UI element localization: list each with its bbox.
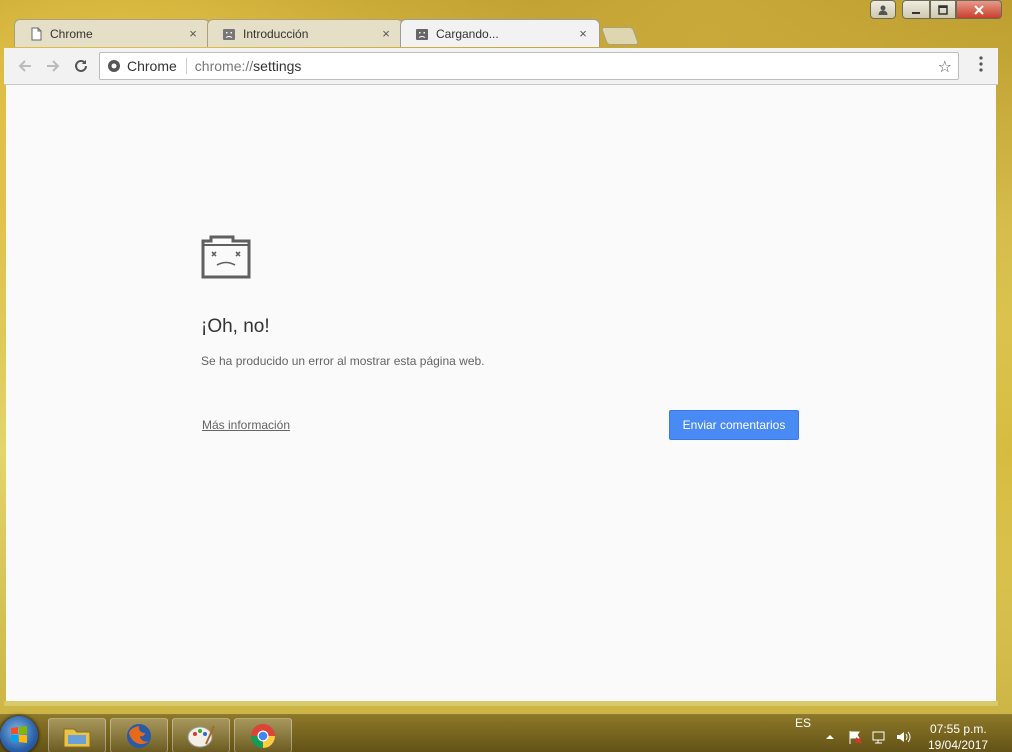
tab-cargando[interactable]: Cargando... × (400, 19, 600, 47)
title-bar: Chrome × Introducción × Cargando... × (4, 0, 1002, 48)
sad-folder-icon (201, 235, 251, 279)
user-icon[interactable] (870, 0, 896, 19)
tab-chrome[interactable]: Chrome × (14, 19, 210, 47)
taskbar-paint[interactable] (172, 718, 230, 752)
tab-introduccion[interactable]: Introducción × (207, 19, 403, 47)
action-center-flag-icon[interactable] (847, 729, 863, 745)
browser-toolbar: Chrome chrome://settings ☆ (4, 48, 998, 85)
tab-close-icon[interactable]: × (575, 26, 591, 42)
forward-button[interactable] (42, 55, 64, 77)
window-controls (870, 0, 1002, 20)
omnibox-chip: Chrome (127, 58, 187, 74)
reload-icon (75, 59, 87, 72)
tab-close-icon[interactable]: × (185, 26, 201, 42)
language-indicator[interactable]: ES (795, 716, 811, 730)
taskbar-chrome[interactable] (234, 718, 292, 752)
tab-label: Introducción (243, 26, 309, 41)
new-tab-button[interactable] (600, 27, 640, 45)
taskbar-file-explorer[interactable] (48, 718, 106, 752)
url-scheme: chrome:// (194, 58, 254, 74)
sad-tab-icon (416, 28, 428, 40)
more-info-link[interactable]: Más información (202, 418, 290, 432)
error-title: ¡Oh, no! (201, 316, 270, 337)
taskbar-firefox[interactable] (110, 718, 168, 752)
menu-icon[interactable] (976, 56, 986, 72)
minimize-button[interactable] (902, 0, 930, 19)
page-icon (31, 27, 42, 40)
back-arrow-icon (18, 60, 31, 72)
tray-expand-icon[interactable] (825, 733, 835, 741)
close-window-button[interactable] (956, 0, 1002, 19)
paint-icon (187, 725, 215, 747)
chrome-icon (251, 723, 275, 748)
sad-tab-icon (223, 28, 235, 40)
maximize-button[interactable] (930, 0, 956, 19)
file-explorer-icon (63, 728, 91, 747)
start-button[interactable] (0, 716, 38, 752)
window-frame-bottom (4, 701, 998, 706)
clock-time[interactable]: 07:55 p.m. (930, 722, 987, 736)
firefox-icon (127, 723, 151, 748)
error-message: Se ha producido un error al mostrar esta… (201, 354, 485, 368)
url-text[interactable]: chrome://settings (195, 58, 302, 74)
page-content: ¡Oh, no! Se ha producido un error al mos… (6, 85, 996, 701)
send-feedback-button[interactable]: Enviar comentarios (669, 410, 799, 440)
url-path: settings (253, 58, 302, 74)
network-icon[interactable] (871, 729, 887, 745)
tab-label: Cargando... (436, 26, 499, 41)
bookmark-star-icon[interactable]: ☆ (938, 57, 952, 77)
reload-button[interactable] (70, 55, 92, 77)
clock-date[interactable]: 19/04/2017 (928, 738, 988, 752)
tab-label: Chrome (50, 26, 93, 41)
back-button[interactable] (14, 55, 36, 77)
forward-arrow-icon (47, 60, 60, 72)
volume-icon[interactable] (895, 729, 911, 745)
address-bar[interactable]: Chrome chrome://settings ☆ (99, 52, 959, 80)
tab-close-icon[interactable]: × (378, 26, 394, 42)
browser-window: Chrome × Introducción × Cargando... × Ch… (4, 0, 1002, 706)
windows-logo-icon (11, 726, 27, 743)
chrome-page-icon (108, 60, 120, 72)
